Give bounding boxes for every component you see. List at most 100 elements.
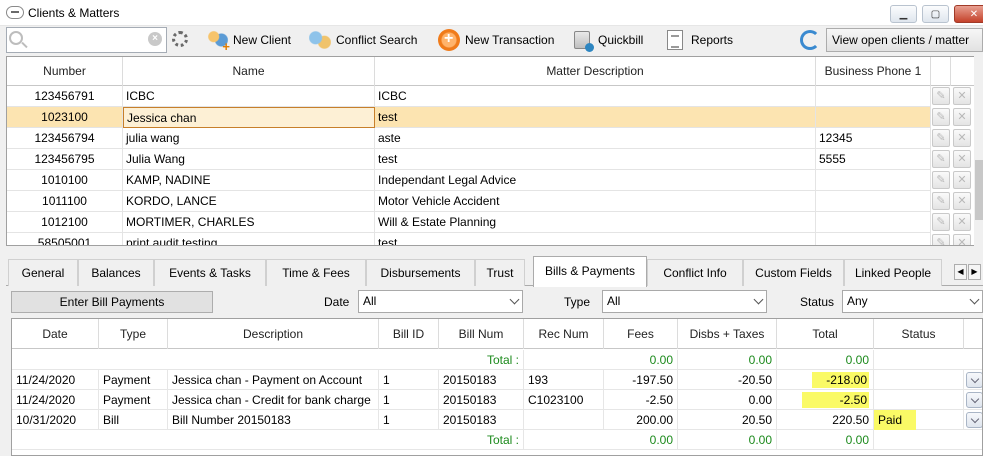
edit-pencil-icon[interactable]: ✎ [932,87,950,105]
column-bill-id[interactable]: Bill ID [379,319,439,349]
conflict-search-button[interactable]: Conflict Search [309,27,417,53]
delete-x-icon[interactable]: ✕ [953,108,971,126]
quickbill-button[interactable]: Quickbill [571,27,643,53]
client-row[interactable]: 123456795 Julia Wang test 5555 [7,149,931,170]
tab-time-fees[interactable]: Time & Fees [266,259,366,286]
search-input[interactable] [6,27,167,53]
clear-search-icon[interactable]: × [148,32,162,46]
edit-pencil-icon[interactable]: ✎ [932,234,950,245]
client-row[interactable]: 123456791 ICBC ICBC [7,86,931,107]
business-phone: 12345 [816,128,931,149]
column-total[interactable]: Total [777,319,874,349]
tab-trust[interactable]: Trust [475,259,525,286]
column-rec-num[interactable]: Rec Num [524,319,604,349]
tab-general[interactable]: General [8,259,78,286]
delete-x-icon[interactable]: ✕ [953,87,971,105]
minimize-button[interactable]: ▁ [890,5,917,23]
maximize-button[interactable]: ▢ [922,5,949,23]
column-disbs-taxes[interactable]: Disbs + Taxes [678,319,777,349]
type-filter-select[interactable]: All [602,290,767,313]
txn-description: Bill Number 20150183 [168,410,379,430]
date-filter-select[interactable]: All [358,290,523,313]
tab-events-tasks[interactable]: Events & Tasks [154,259,266,286]
tab-bills-payments[interactable]: Bills & Payments [533,256,647,287]
column-fees[interactable]: Fees [604,319,678,349]
clients-grid-scroll-thumb[interactable] [975,160,983,220]
delete-x-icon[interactable]: ✕ [953,234,971,245]
client-name: print audit testing [123,233,375,245]
column-business-phone[interactable]: Business Phone 1 [816,57,931,86]
delete-x-icon[interactable]: ✕ [953,192,971,210]
column-status[interactable]: Status [874,319,964,349]
business-phone [816,191,931,212]
report-icon [667,30,683,50]
txn-bill-id: 1 [379,410,439,430]
reports-button[interactable]: Reports [664,27,733,53]
transaction-row[interactable]: 11/24/2020 Payment Jessica chan - Credit… [12,390,982,410]
clients-grid: Number Name Matter Description Business … [6,56,983,246]
edit-pencil-icon[interactable]: ✎ [932,192,950,210]
matter-description: Motor Vehicle Accident [375,191,816,212]
edit-pencil-icon[interactable]: ✎ [932,171,950,189]
search-icon [9,31,23,45]
tab-conflict-info[interactable]: Conflict Info [647,259,743,286]
client-row[interactable]: 1011100 KORDO, LANCE Motor Vehicle Accid… [7,191,931,212]
column-type[interactable]: Type [99,319,168,349]
column-description[interactable]: Description [168,319,379,349]
client-row-selected[interactable]: 1023100 Jessica chan test [7,107,931,128]
client-name: KAMP, NADINE [123,170,375,191]
txn-bill-num: 20150183 [439,370,524,390]
client-name-editor[interactable]: Jessica chan [123,107,375,128]
tab-disbursements[interactable]: Disbursements [366,259,475,286]
gear-icon[interactable] [172,31,188,47]
edit-pencil-icon[interactable]: ✎ [932,150,950,168]
txn-fees: 200.00 [604,410,678,430]
txn-date: 11/24/2020 [12,370,99,390]
txn-bill-num: 20150183 [439,410,524,430]
business-phone [816,212,931,233]
transaction-row[interactable]: 11/24/2020 Payment Jessica chan - Paymen… [12,370,982,390]
row-dropdown-button[interactable] [966,412,982,428]
txn-fees: -197.50 [604,370,678,390]
column-name[interactable]: Name [123,57,375,86]
tab-balances[interactable]: Balances [78,259,154,286]
tab-linked-people[interactable]: Linked People [844,259,942,286]
edit-pencil-icon[interactable]: ✎ [932,213,950,231]
app-scale-icon [6,6,24,19]
title-bar [0,0,983,26]
tab-scroll-left-icon[interactable]: ◀ [954,264,967,280]
close-button[interactable]: ✕ [954,5,983,23]
edit-pencil-icon[interactable]: ✎ [932,129,950,147]
status-filter-select[interactable]: Any [842,290,983,313]
client-row[interactable]: 58505001 print audit testing test [7,233,931,245]
row-dropdown-button[interactable] [966,392,982,408]
delete-x-icon[interactable]: ✕ [953,171,971,189]
column-date[interactable]: Date [12,319,99,349]
column-bill-num[interactable]: Bill Num [439,319,524,349]
client-row[interactable]: 123456794 julia wang aste 12345 [7,128,931,149]
new-transaction-button[interactable]: New Transaction [438,27,554,53]
client-number: 123456794 [7,128,123,149]
business-phone: 5555 [816,149,931,170]
tab-scroll-right-icon[interactable]: ▶ [968,264,981,280]
tab-custom-fields[interactable]: Custom Fields [743,259,844,286]
row-dropdown-button[interactable] [966,372,982,388]
delete-x-icon[interactable]: ✕ [953,129,971,147]
delete-x-icon[interactable]: ✕ [953,150,971,168]
client-row[interactable]: 1012100 MORTIMER, CHARLES Will & Estate … [7,212,931,233]
client-name: MORTIMER, CHARLES [123,212,375,233]
txn-date: 11/24/2020 [12,390,99,410]
enter-bill-payments-button[interactable]: Enter Bill Payments [11,291,213,313]
client-number: 1011100 [7,191,123,212]
transaction-row[interactable]: 10/31/2020 Bill Bill Number 20150183 1 2… [12,410,982,430]
new-client-button[interactable]: New Client [206,27,291,54]
client-row[interactable]: 1010100 KAMP, NADINE Independant Legal A… [7,170,931,191]
detail-tabs: General Balances Events & Tasks Time & F… [6,256,983,287]
total-label: Total : [439,430,524,450]
edit-pencil-icon[interactable]: ✎ [932,108,950,126]
column-matter-description[interactable]: Matter Description [375,57,816,86]
refresh-icon[interactable] [800,30,820,50]
column-number[interactable]: Number [7,57,123,86]
delete-x-icon[interactable]: ✕ [953,213,971,231]
view-filter-select[interactable]: View open clients / matter [826,28,983,52]
